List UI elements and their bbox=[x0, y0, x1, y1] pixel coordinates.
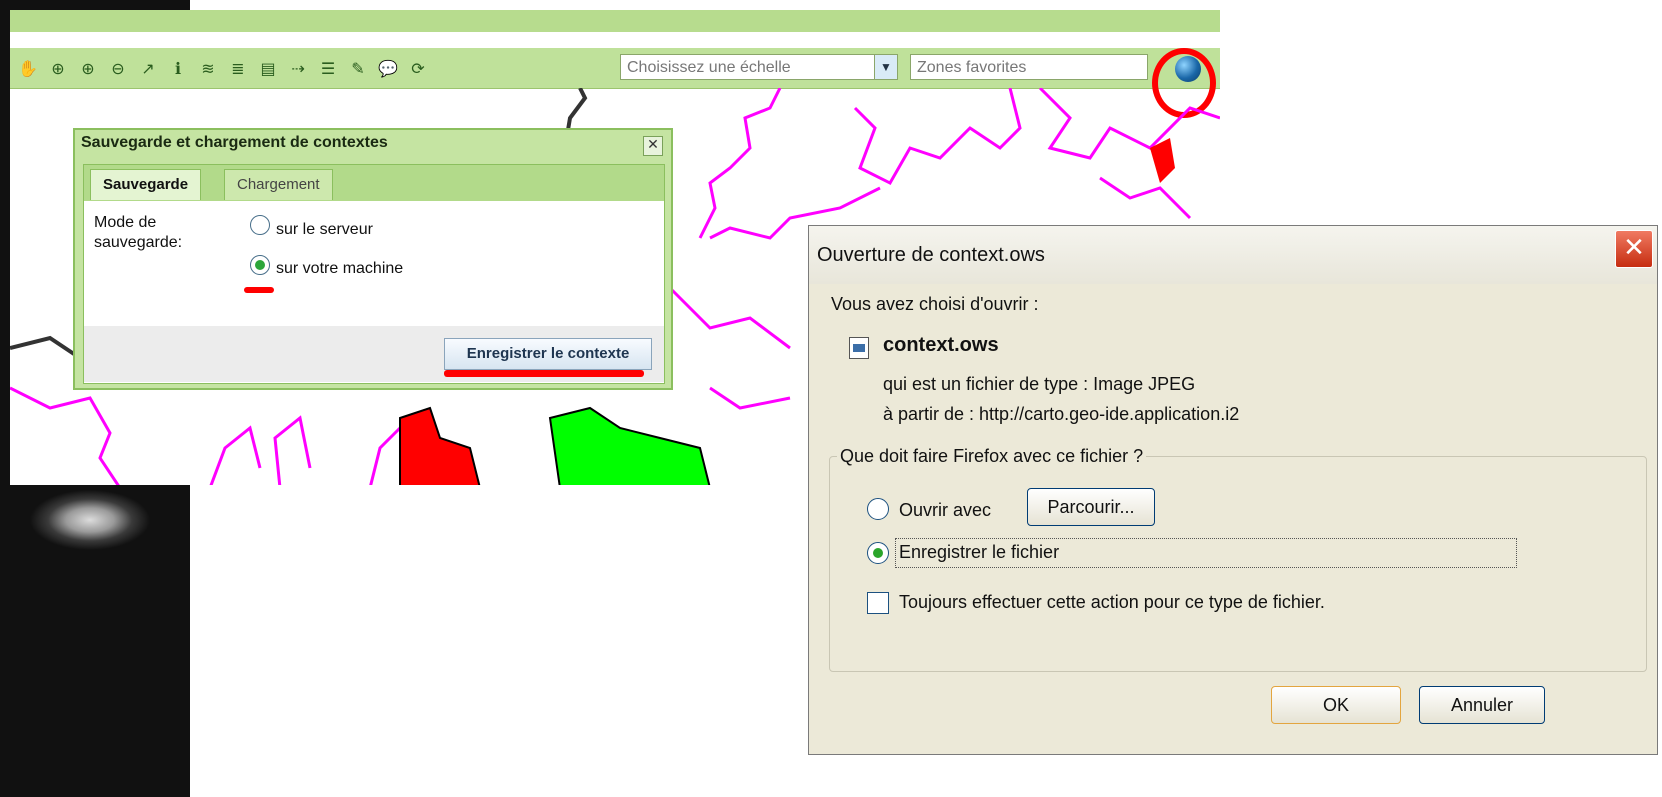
query-icon[interactable]: ↗ bbox=[136, 56, 160, 80]
map-header-bar bbox=[10, 10, 1220, 32]
intro-text: Vous avez choisi d'ouvrir : bbox=[831, 294, 1039, 314]
zoom-in-icon[interactable]: ⊕ bbox=[76, 56, 100, 80]
chevron-down-icon[interactable]: ▼ bbox=[874, 55, 897, 79]
dialog-title: Ouverture de context.ows bbox=[817, 244, 1045, 266]
file-icon bbox=[849, 337, 869, 359]
close-icon[interactable]: ✕ bbox=[1615, 230, 1653, 268]
red-underline-mark bbox=[444, 370, 644, 377]
radio-local[interactable] bbox=[250, 255, 270, 275]
always-checkbox[interactable] bbox=[867, 592, 889, 614]
zoom-out-icon[interactable]: ⊖ bbox=[106, 56, 130, 80]
firefox-open-dialog: Ouverture de context.ows ✕ Vous avez cho… bbox=[808, 225, 1658, 755]
dialog-footer: Enregistrer le contexte bbox=[84, 326, 664, 382]
draw-icon[interactable]: ✎ bbox=[346, 56, 370, 80]
tab-chargement[interactable]: Chargement bbox=[224, 169, 333, 200]
save-file-label[interactable]: Enregistrer le fichier bbox=[899, 542, 1059, 563]
scale-select-text: Choisissez une échelle bbox=[627, 59, 791, 76]
cancel-button[interactable]: Annuler bbox=[1419, 686, 1545, 724]
dialog-titlebar: Ouverture de context.ows ✕ bbox=[809, 226, 1657, 284]
open-with-label[interactable]: Ouvrir avec bbox=[899, 500, 991, 521]
add-layer-icon[interactable]: ≋ bbox=[196, 56, 220, 80]
refresh-icon[interactable]: ⟳ bbox=[406, 56, 430, 80]
radio-save-file[interactable] bbox=[867, 542, 889, 564]
scale-select[interactable]: Choisissez une échelle ▼ bbox=[620, 54, 898, 80]
radio-local-label[interactable]: sur votre machine bbox=[276, 260, 403, 278]
pan-hand-icon[interactable]: ✋ bbox=[16, 56, 40, 80]
radio-server-label[interactable]: sur le serveur bbox=[276, 221, 373, 239]
dialog-title: Sauvegarde et chargement de contextes bbox=[81, 134, 388, 151]
radio-open-with[interactable] bbox=[867, 498, 889, 520]
file-source: à partir de : http://carto.geo-ide.appli… bbox=[883, 404, 1240, 424]
always-label[interactable]: Toujours effectuer cette action pour ce … bbox=[899, 592, 1325, 613]
zones-select[interactable]: Zones favorites bbox=[910, 54, 1148, 80]
radio-server[interactable] bbox=[250, 215, 270, 235]
filename: context.ows bbox=[883, 334, 999, 356]
save-context-dialog: Sauvegarde et chargement de contextes ✕ … bbox=[73, 128, 673, 390]
groupbox-legend: Que doit faire Firefox avec ce fichier ? bbox=[837, 446, 1147, 467]
close-icon[interactable]: ✕ bbox=[643, 136, 663, 156]
zones-select-text: Zones favorites bbox=[917, 59, 1027, 76]
mode-label: Mode de sauvegarde: bbox=[94, 214, 183, 251]
info-icon[interactable]: ℹ bbox=[166, 56, 190, 80]
layers-icon[interactable]: ≣ bbox=[226, 56, 250, 80]
zoom-extent-icon[interactable]: ⊕ bbox=[46, 56, 70, 80]
map-toolbar: ✋ ⊕ ⊕ ⊖ ↗ ℹ ≋ ≣ ▤ ⇢ ☰ ✎ 💬 ⟳ Choisissez u… bbox=[10, 48, 1220, 89]
save-context-button[interactable]: Enregistrer le contexte bbox=[444, 338, 652, 370]
measure-icon[interactable]: ⇢ bbox=[286, 56, 310, 80]
tab-bar: Sauvegarde Chargement bbox=[84, 165, 664, 201]
ok-button[interactable]: OK bbox=[1271, 686, 1401, 724]
tab-sauvegarde[interactable]: Sauvegarde bbox=[90, 169, 202, 200]
browse-button[interactable]: Parcourir... bbox=[1027, 488, 1155, 526]
legend-icon[interactable]: ☰ bbox=[316, 56, 340, 80]
file-type: qui est un fichier de type : Image JPEG bbox=[883, 374, 1196, 394]
red-underline-mark bbox=[244, 287, 274, 293]
wfs-icon[interactable]: ▤ bbox=[256, 56, 280, 80]
annotation-icon[interactable]: 💬 bbox=[376, 56, 400, 80]
dialog-body: Sauvegarde Chargement Mode de sauvegarde… bbox=[83, 164, 665, 384]
